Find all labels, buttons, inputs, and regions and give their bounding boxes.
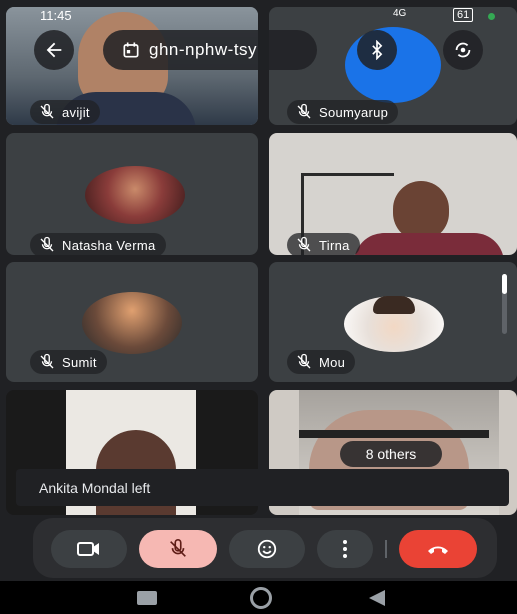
others-count: 8 others	[365, 446, 417, 462]
name-chip: Tirna	[287, 233, 360, 255]
mic-toggle-button[interactable]	[139, 530, 217, 568]
participant-tile-mou[interactable]: Mou	[269, 262, 517, 382]
controls-divider	[385, 540, 387, 558]
recents-icon[interactable]	[137, 591, 157, 605]
end-call-button[interactable]	[399, 530, 477, 568]
switch-camera-button[interactable]	[443, 30, 483, 70]
participant-name: Mou	[319, 354, 346, 370]
video-icon	[77, 542, 99, 556]
toast-text: Ankita Mondal left	[39, 479, 151, 496]
meeting-code: ghn-nphw-tsy	[149, 40, 258, 59]
avatar-hair	[373, 296, 415, 314]
participant-left-toast: Ankita Mondal left	[16, 469, 509, 506]
mic-off-icon	[297, 353, 311, 369]
name-chip: Sumit	[30, 350, 107, 374]
scrollbar[interactable]	[502, 274, 507, 334]
back-button[interactable]	[34, 30, 74, 70]
participant-tile-sumit[interactable]: Sumit	[6, 262, 258, 382]
name-chip: Natasha Verma	[30, 233, 166, 255]
participant-name: Tirna	[319, 237, 350, 253]
glasses	[299, 430, 489, 438]
more-options-button[interactable]	[317, 530, 373, 568]
audio-output-button[interactable]	[357, 30, 397, 70]
bluetooth-icon	[372, 40, 383, 60]
participant-name: Natasha Verma	[62, 237, 156, 253]
mic-off-icon	[40, 353, 54, 369]
end-call-icon	[428, 546, 448, 554]
back-arrow-icon	[46, 42, 62, 58]
call-controls	[33, 518, 497, 578]
name-chip: Soumyarup	[287, 100, 399, 124]
meeting-code-pill[interactable]: ghn-nphw-tsy	[103, 30, 317, 70]
calendar-icon	[123, 42, 139, 58]
mic-off-icon	[40, 103, 54, 119]
name-chip: Mou	[287, 350, 356, 374]
participant-name: Sumit	[62, 354, 97, 370]
person-shape	[393, 181, 449, 241]
mic-off-icon	[170, 539, 186, 557]
name-chip: avijit	[30, 100, 100, 124]
participant-tile-natasha[interactable]: Natasha Verma	[6, 133, 258, 255]
mic-off-icon	[297, 103, 311, 119]
switch-camera-icon	[455, 42, 471, 58]
participant-name: Soumyarup	[319, 104, 389, 120]
avatar	[85, 166, 185, 224]
avatar	[82, 292, 182, 354]
participant-tile-tirna[interactable]: Tirna	[269, 133, 517, 255]
system-nav-bar	[0, 581, 517, 614]
top-toolbar: ghn-nphw-tsy	[0, 0, 517, 88]
more-vert-icon	[343, 540, 347, 558]
reactions-button[interactable]	[229, 530, 305, 568]
mic-off-icon	[40, 236, 54, 252]
mic-off-icon	[297, 236, 311, 252]
home-icon[interactable]	[250, 587, 272, 609]
person-shirt	[354, 233, 504, 255]
scrollbar-thumb[interactable]	[502, 274, 507, 294]
emoji-icon	[257, 539, 277, 559]
back-nav-icon[interactable]	[367, 588, 387, 608]
others-count-chip[interactable]: 8 others	[340, 441, 442, 467]
participant-name: avijit	[62, 104, 90, 120]
camera-toggle-button[interactable]	[51, 530, 127, 568]
